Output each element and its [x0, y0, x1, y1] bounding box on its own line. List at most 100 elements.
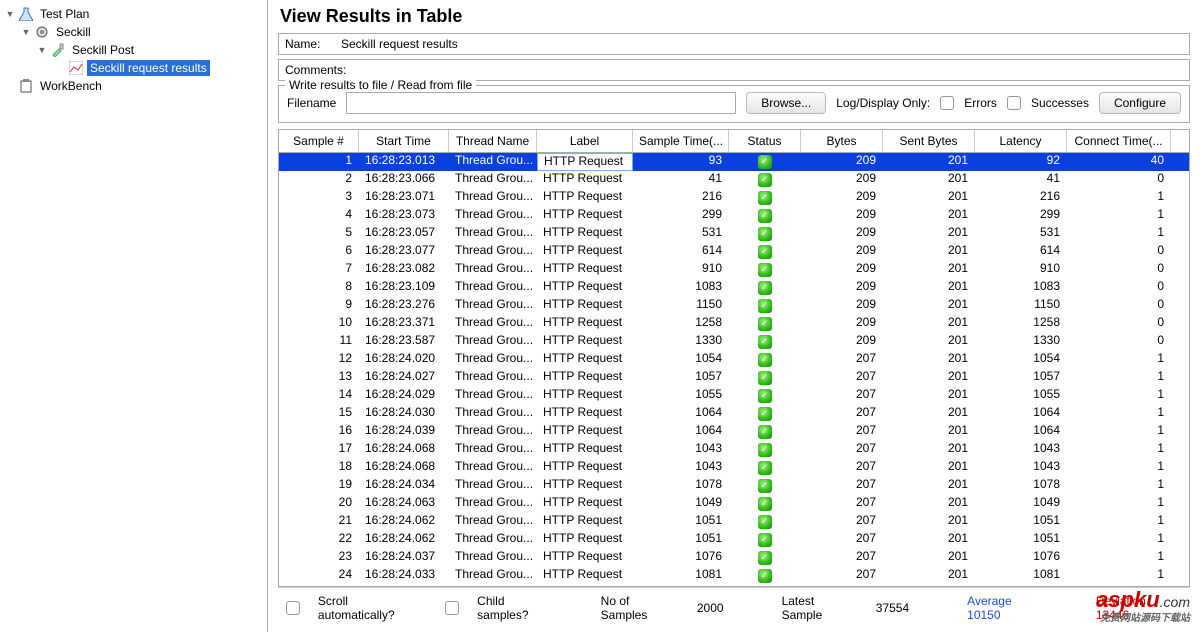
cell-latency: 1150	[975, 297, 1067, 315]
cell-status: ✓	[729, 297, 801, 315]
gear-icon	[34, 24, 50, 40]
cell-sample: 25	[279, 585, 359, 586]
cell-label: HTTP Request	[537, 567, 633, 585]
cell-time: 16:28:23.057	[359, 225, 449, 243]
table-row[interactable]: 1316:28:24.027Thread Grou...HTTP Request…	[279, 369, 1189, 387]
table-row[interactable]: 2416:28:24.033Thread Grou...HTTP Request…	[279, 567, 1189, 585]
cell-bytes: 209	[801, 189, 883, 207]
cell-latency: 1057	[975, 369, 1067, 387]
table-row[interactable]: 816:28:23.109Thread Grou...HTTP Request1…	[279, 279, 1189, 297]
child-checkbox[interactable]	[445, 601, 459, 615]
cell-connect: 1	[1067, 351, 1171, 369]
cell-status: ✓	[729, 423, 801, 441]
cell-sentbytes: 201	[883, 351, 975, 369]
cell-sentbytes: 201	[883, 225, 975, 243]
table-row[interactable]: 1516:28:24.030Thread Grou...HTTP Request…	[279, 405, 1189, 423]
tree-item-results[interactable]: Seckill request results	[0, 59, 267, 77]
col-status[interactable]: Status	[729, 130, 801, 152]
col-sample[interactable]: Sample #	[279, 130, 359, 152]
table-row[interactable]: 1916:28:24.034Thread Grou...HTTP Request…	[279, 477, 1189, 495]
table-row[interactable]: 216:28:23.066Thread Grou...HTTP Request4…	[279, 171, 1189, 189]
scroll-checkbox[interactable]	[286, 601, 300, 615]
table-header: Sample # Start Time Thread Name Label Sa…	[279, 130, 1189, 153]
cell-time: 16:28:24.062	[359, 531, 449, 549]
cell-label: HTTP Request	[537, 315, 633, 333]
table-row[interactable]: 616:28:23.077Thread Grou...HTTP Request6…	[279, 243, 1189, 261]
cell-status: ✓	[729, 513, 801, 531]
cell-status: ✓	[729, 333, 801, 351]
success-icon: ✓	[758, 209, 772, 223]
table-row[interactable]: 2016:28:24.063Thread Grou...HTTP Request…	[279, 495, 1189, 513]
table-row[interactable]: 2516:28:24.053Thread Grou...HTTP Request…	[279, 585, 1189, 586]
table-row[interactable]: 2216:28:24.062Thread Grou...HTTP Request…	[279, 531, 1189, 549]
cell-thread: Thread Grou...	[449, 405, 537, 423]
table-row[interactable]: 2116:28:24.062Thread Grou...HTTP Request…	[279, 513, 1189, 531]
table-row[interactable]: 1416:28:24.029Thread Grou...HTTP Request…	[279, 387, 1189, 405]
tree-label: WorkBench	[37, 78, 105, 94]
col-latency[interactable]: Latency	[975, 130, 1067, 152]
cell-connect: 1	[1067, 387, 1171, 405]
col-bytes[interactable]: Bytes	[801, 130, 883, 152]
filename-input[interactable]	[346, 92, 736, 114]
name-value[interactable]: Seckill request results	[341, 37, 458, 51]
cell-label: HTTP Request	[537, 243, 633, 261]
chevron-down-icon[interactable]: ▼	[4, 9, 16, 19]
success-icon: ✓	[758, 443, 772, 457]
configure-button[interactable]: Configure	[1099, 92, 1181, 114]
table-row[interactable]: 516:28:23.057Thread Grou...HTTP Request5…	[279, 225, 1189, 243]
cell-sampletime: 1051	[633, 513, 729, 531]
table-row[interactable]: 116:28:23.013Thread Grou...HTTP Request9…	[279, 153, 1189, 171]
cell-sample: 11	[279, 333, 359, 351]
table-row[interactable]: 716:28:23.082Thread Grou...HTTP Request9…	[279, 261, 1189, 279]
tree-item-seckill[interactable]: ▼ Seckill	[0, 23, 267, 41]
col-sentbytes[interactable]: Sent Bytes	[883, 130, 975, 152]
tree-item-seckill-post[interactable]: ▼ Seckill Post	[0, 41, 267, 59]
table-body[interactable]: 116:28:23.013Thread Grou...HTTP Request9…	[279, 153, 1189, 586]
tree-item-workbench[interactable]: WorkBench	[0, 77, 267, 95]
filename-label: Filename	[287, 96, 336, 110]
avg-value: 10150	[967, 608, 1000, 622]
table-row[interactable]: 416:28:23.073Thread Grou...HTTP Request2…	[279, 207, 1189, 225]
col-label[interactable]: Label	[537, 130, 633, 152]
cell-sample: 22	[279, 531, 359, 549]
col-connect[interactable]: Connect Time(...	[1067, 130, 1171, 152]
latest-label: Latest Sample	[782, 594, 858, 622]
cell-sampletime: 1258	[633, 315, 729, 333]
cell-thread: Thread Grou...	[449, 423, 537, 441]
cell-thread: Thread Grou...	[449, 189, 537, 207]
table-row[interactable]: 1716:28:24.068Thread Grou...HTTP Request…	[279, 441, 1189, 459]
cell-time: 16:28:24.030	[359, 405, 449, 423]
cell-time: 16:28:24.033	[359, 567, 449, 585]
cell-thread: Thread Grou...	[449, 459, 537, 477]
table-row[interactable]: 2316:28:24.037Thread Grou...HTTP Request…	[279, 549, 1189, 567]
browse-button[interactable]: Browse...	[746, 92, 826, 114]
table-row[interactable]: 1816:28:24.068Thread Grou...HTTP Request…	[279, 459, 1189, 477]
col-starttime[interactable]: Start Time	[359, 130, 449, 152]
cell-sampletime: 1150	[633, 297, 729, 315]
cell-time: 16:28:23.276	[359, 297, 449, 315]
success-icon: ✓	[758, 317, 772, 331]
cell-latency: 1049	[975, 495, 1067, 513]
cell-time: 16:28:23.371	[359, 315, 449, 333]
cell-time: 16:28:24.039	[359, 423, 449, 441]
chevron-down-icon[interactable]: ▼	[20, 27, 32, 37]
table-row[interactable]: 1016:28:23.371Thread Grou...HTTP Request…	[279, 315, 1189, 333]
table-row[interactable]: 316:28:23.071Thread Grou...HTTP Request2…	[279, 189, 1189, 207]
tree-item-testplan[interactable]: ▼ Test Plan	[0, 5, 267, 23]
errors-checkbox[interactable]	[940, 96, 954, 110]
table-row[interactable]: 1216:28:24.020Thread Grou...HTTP Request…	[279, 351, 1189, 369]
cell-sentbytes: 201	[883, 207, 975, 225]
table-row[interactable]: 1616:28:24.039Thread Grou...HTTP Request…	[279, 423, 1189, 441]
cell-bytes: 207	[801, 477, 883, 495]
table-row[interactable]: 1116:28:23.587Thread Grou...HTTP Request…	[279, 333, 1189, 351]
cell-sample: 10	[279, 315, 359, 333]
cell-sample: 4	[279, 207, 359, 225]
cell-latency: 1078	[975, 477, 1067, 495]
chevron-down-icon[interactable]: ▼	[36, 45, 48, 55]
col-sampletime[interactable]: Sample Time(...	[633, 130, 729, 152]
cell-sentbytes: 201	[883, 153, 975, 171]
col-thread[interactable]: Thread Name	[449, 130, 537, 152]
successes-checkbox[interactable]	[1007, 96, 1021, 110]
cell-connect: 1	[1067, 459, 1171, 477]
table-row[interactable]: 916:28:23.276Thread Grou...HTTP Request1…	[279, 297, 1189, 315]
